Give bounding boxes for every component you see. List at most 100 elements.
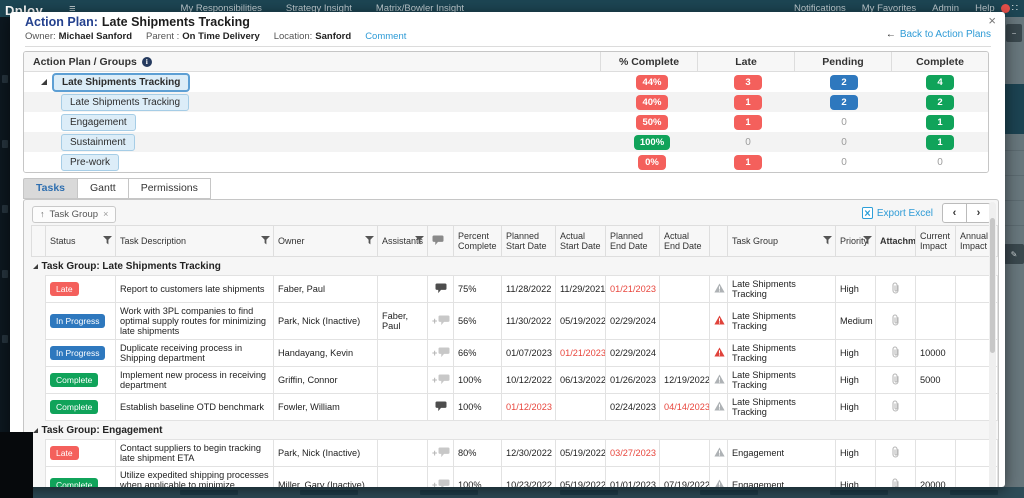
comment-cell[interactable]: + xyxy=(428,303,454,340)
task-group-header-row[interactable]: Task Group: Late Shipments Tracking xyxy=(32,257,998,276)
task-row[interactable]: CompleteImplement new process in receivi… xyxy=(32,367,998,394)
vertical-scrollbar[interactable] xyxy=(989,202,996,487)
add-comment-icon[interactable]: + xyxy=(432,347,450,360)
group-pending-cell: 0 xyxy=(796,137,892,148)
add-comment-icon[interactable]: + xyxy=(432,374,450,387)
task-row[interactable]: LateContact suppliers to begin tracking … xyxy=(32,440,998,467)
comment-cell[interactable] xyxy=(428,394,454,421)
filter-icon[interactable] xyxy=(103,236,112,247)
column-header-percent[interactable]: Percent Complete xyxy=(454,226,502,257)
planned-start-cell: 12/30/2022 xyxy=(502,440,556,467)
group-chip[interactable]: Late Shipments Tracking xyxy=(61,94,189,111)
comment-cell[interactable]: + xyxy=(428,367,454,394)
comment-cell[interactable]: + xyxy=(428,440,454,467)
comment-cell[interactable]: + xyxy=(428,340,454,367)
planned-end-cell: 02/29/2024 xyxy=(606,303,660,340)
column-header-owner[interactable]: Owner xyxy=(274,226,378,257)
group-complete-cell: 1 xyxy=(892,115,988,130)
add-comment-icon[interactable]: + xyxy=(432,447,450,460)
add-comment-icon[interactable]: + xyxy=(432,479,450,488)
column-header-pending[interactable]: Pending xyxy=(794,52,891,71)
comment-cell[interactable]: + xyxy=(428,467,454,488)
filter-icon[interactable] xyxy=(261,236,270,247)
attachment-cell[interactable] xyxy=(876,467,916,488)
close-icon[interactable]: × xyxy=(988,14,996,27)
collapse-caret-icon[interactable] xyxy=(33,428,38,433)
column-header-comment[interactable] xyxy=(428,226,454,257)
count-badge: 40% xyxy=(636,95,667,110)
attachment-cell[interactable] xyxy=(876,276,916,303)
paperclip-icon[interactable] xyxy=(891,377,900,387)
task-group-header-row[interactable]: Task Group: Engagement xyxy=(32,421,998,440)
info-icon[interactable]: i xyxy=(142,57,152,67)
paperclip-icon[interactable] xyxy=(891,450,900,460)
comment-icon xyxy=(438,347,450,360)
tab-gantt[interactable]: Gantt xyxy=(77,178,129,199)
column-header-task_group[interactable]: Task Group xyxy=(728,226,836,257)
column-label: Current Impact xyxy=(920,231,950,251)
comment-link[interactable]: Comment xyxy=(365,31,406,42)
column-header-actual_end[interactable]: Actual End Date xyxy=(660,226,710,257)
column-header-percent-complete[interactable]: % Complete xyxy=(600,52,697,71)
group-chip[interactable]: Sustainment xyxy=(61,134,135,151)
attachment-cell[interactable] xyxy=(876,340,916,367)
column-header-priority[interactable]: Priority xyxy=(836,226,876,257)
comment-cell[interactable] xyxy=(428,276,454,303)
warning-icon xyxy=(714,349,725,359)
column-header-complete[interactable]: Complete xyxy=(891,52,988,71)
column-header-warning xyxy=(710,226,728,257)
prev-page-button[interactable]: ‹ xyxy=(942,203,967,223)
export-excel-button[interactable]: Export Excel xyxy=(862,207,933,219)
filter-icon[interactable] xyxy=(415,236,424,247)
task-row[interactable]: CompleteUtilize expedited shipping proce… xyxy=(32,467,998,488)
task-row[interactable]: In ProgressDuplicate receiving process i… xyxy=(32,340,998,367)
attachment-cell[interactable] xyxy=(876,367,916,394)
task-row[interactable]: In ProgressWork with 3PL companies to fi… xyxy=(32,303,998,340)
attachment-cell[interactable] xyxy=(876,394,916,421)
percent-complete-cell: 100% xyxy=(454,467,502,488)
tab-tasks[interactable]: Tasks xyxy=(23,178,78,199)
filter-icon[interactable] xyxy=(863,236,872,247)
paperclip-icon[interactable] xyxy=(891,482,900,487)
paperclip-icon[interactable] xyxy=(891,318,900,328)
sidebar-icon xyxy=(2,75,8,83)
collapse-caret-icon[interactable] xyxy=(33,264,38,269)
planned-end-cell: 02/29/2024 xyxy=(606,340,660,367)
column-header-assistants[interactable]: Assistants xyxy=(378,226,428,257)
planned-end-cell: 01/26/2023 xyxy=(606,367,660,394)
filter-icon[interactable] xyxy=(365,236,374,247)
comment-icon xyxy=(438,374,450,387)
apps-grid-icon[interactable]: ∷ xyxy=(1012,4,1018,14)
paperclip-icon[interactable] xyxy=(891,350,900,360)
back-to-action-plans-link[interactable]: ←Back to Action Plans xyxy=(886,29,991,40)
scrollbar-thumb[interactable] xyxy=(990,218,995,353)
column-header-status[interactable]: Status xyxy=(46,226,116,257)
column-header-attachment[interactable]: Attachment xyxy=(876,226,916,257)
filter-icon[interactable] xyxy=(823,236,832,247)
column-header-late[interactable]: Late xyxy=(697,52,794,71)
group-chip[interactable]: Late Shipments Tracking xyxy=(53,74,189,91)
paperclip-icon[interactable] xyxy=(891,286,900,296)
task-row[interactable]: CompleteEstablish baseline OTD benchmark… xyxy=(32,394,998,421)
count-badge: 2 xyxy=(926,95,954,110)
column-header-planned_start[interactable]: Planned Start Date xyxy=(502,226,556,257)
column-header-planned_end[interactable]: Planned End Date xyxy=(606,226,660,257)
tasks-table: StatusTask DescriptionOwnerAssistants Per… xyxy=(31,225,998,487)
paperclip-icon[interactable] xyxy=(891,404,900,414)
remove-chip-icon[interactable]: × xyxy=(103,209,108,220)
tab-permissions[interactable]: Permissions xyxy=(128,178,211,199)
column-header-actual_start[interactable]: Actual Start Date xyxy=(556,226,606,257)
comment-icon[interactable] xyxy=(435,286,447,296)
next-page-button[interactable]: › xyxy=(966,203,991,223)
task-row[interactable]: LateReport to customers late shipmentsFa… xyxy=(32,276,998,303)
attachment-cell[interactable] xyxy=(876,440,916,467)
attachment-cell[interactable] xyxy=(876,303,916,340)
column-header-current_impact[interactable]: Current Impact xyxy=(916,226,956,257)
group-chip[interactable]: Pre-work xyxy=(61,154,119,171)
task-group-sort-chip[interactable]: ↑ Task Group × xyxy=(32,206,116,223)
comment-icon[interactable] xyxy=(435,404,447,414)
expand-caret-icon[interactable] xyxy=(41,79,47,85)
column-header-desc[interactable]: Task Description xyxy=(116,226,274,257)
group-chip[interactable]: Engagement xyxy=(61,114,136,131)
add-comment-icon[interactable]: + xyxy=(432,315,450,328)
